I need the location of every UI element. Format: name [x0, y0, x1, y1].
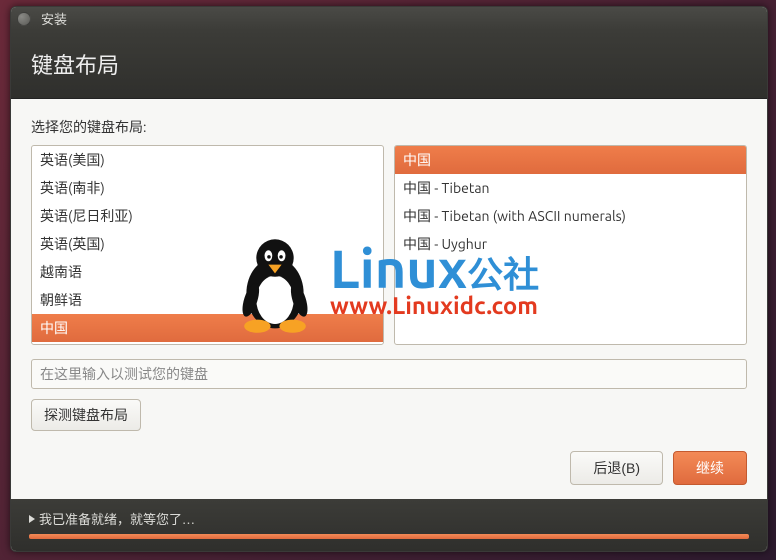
detect-layout-button[interactable]: 探测键盘布局	[31, 399, 141, 431]
page-title: 键盘布局	[31, 53, 119, 78]
variant-list[interactable]: 中国中国 - Tibetan中国 - Tibetan (with ASCII n…	[394, 145, 747, 345]
keyboard-lists: 英语(美国)英语(南非)英语(尼日利亚)英语(英国)越南语朝鲜语中国宗喀语 中国…	[31, 145, 747, 345]
back-button[interactable]: 后退(B)	[570, 451, 663, 485]
test-keyboard-input[interactable]	[31, 359, 747, 389]
progress-fill	[29, 534, 749, 539]
close-icon[interactable]	[17, 12, 31, 26]
list-item[interactable]: 中国 - Uyghur	[395, 230, 746, 258]
page-header: 键盘布局	[11, 30, 767, 99]
window-title: 安装	[41, 9, 67, 28]
list-item[interactable]: 中国	[395, 146, 746, 174]
footer: 我已准备就绪，就等您了…	[11, 499, 767, 551]
list-item[interactable]: 宗喀语	[32, 342, 383, 345]
layout-prompt: 选择您的键盘布局:	[31, 117, 747, 137]
list-item[interactable]: 英语(尼日利亚)	[32, 202, 383, 230]
continue-button[interactable]: 继续	[673, 451, 747, 485]
list-item[interactable]: 中国	[32, 314, 383, 342]
expand-icon[interactable]	[29, 515, 35, 523]
list-item[interactable]: 越南语	[32, 258, 383, 286]
list-item[interactable]: 中国 - Tibetan	[395, 174, 746, 202]
list-item[interactable]: 英语(英国)	[32, 230, 383, 258]
list-item[interactable]: 朝鲜语	[32, 286, 383, 314]
list-item[interactable]: 英语(南非)	[32, 174, 383, 202]
list-item[interactable]: 中国 - Tibetan (with ASCII numerals)	[395, 202, 746, 230]
content-area: 选择您的键盘布局: 英语(美国)英语(南非)英语(尼日利亚)英语(英国)越南语朝…	[11, 99, 767, 441]
titlebar[interactable]: 安装	[11, 7, 767, 30]
progress-bar	[29, 534, 749, 539]
installer-window: 安装 键盘布局 选择您的键盘布局: 英语(美国)英语(南非)英语(尼日利亚)英语…	[10, 6, 768, 552]
status-row[interactable]: 我已准备就绪，就等您了…	[29, 509, 749, 528]
nav-buttons: 后退(B) 继续	[11, 441, 767, 499]
list-item[interactable]: 英语(美国)	[32, 146, 383, 174]
country-list[interactable]: 英语(美国)英语(南非)英语(尼日利亚)英语(英国)越南语朝鲜语中国宗喀语	[31, 145, 384, 345]
status-text: 我已准备就绪，就等您了…	[39, 509, 195, 528]
